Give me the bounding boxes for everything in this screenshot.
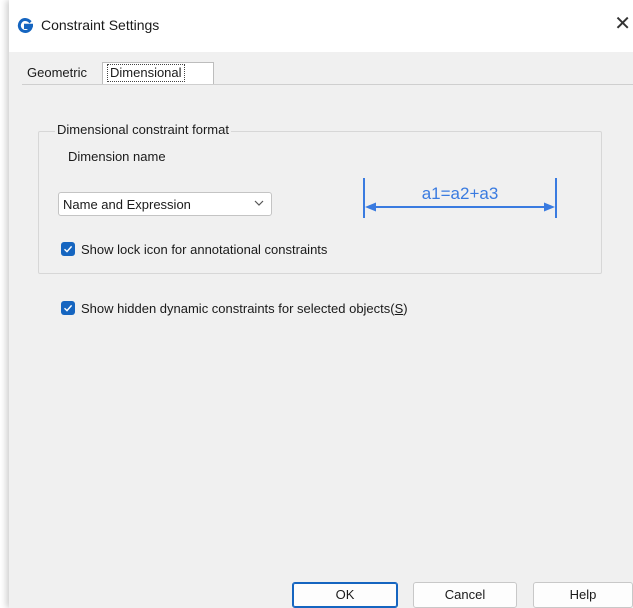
checkmark-icon [64,304,73,312]
app-logo-icon [17,18,33,34]
help-button[interactable]: Help [533,582,633,608]
preview-right-arrow-icon [544,202,555,212]
window-title: Constraint Settings [41,17,160,33]
tab-dimensional[interactable]: Dimensional [102,62,214,85]
close-icon[interactable]: ✕ [614,12,631,36]
mnemonic-key: S [394,301,404,316]
dimension-preview-diagram: a1=a2+a3 [363,178,557,218]
show-lock-icon-checkbox[interactable] [61,242,75,256]
label-text: Show hidden dynamic constraints for sele… [81,301,395,316]
tab-label: Geometric [27,65,87,80]
preview-expression-text: a1=a2+a3 [422,184,499,203]
group-title: Dimensional constraint format [55,122,231,137]
checkmark-icon [64,245,73,253]
tab-label: Dimensional [107,64,185,82]
show-hidden-constraints-checkbox[interactable] [61,301,75,315]
dimension-name-label: Dimension name [68,149,166,164]
tab-geometric[interactable]: Geometric [23,63,105,83]
preview-left-arrow-icon [365,202,376,212]
title-bar: Constraint Settings ✕ [9,0,633,52]
label-text-end: ) [403,301,408,316]
cancel-button[interactable]: Cancel [413,582,517,608]
select-value: Name and Expression [63,197,191,212]
ok-button[interactable]: OK [292,582,398,608]
show-lock-icon-label: Show lock icon for annotational constrai… [81,242,328,257]
show-hidden-constraints-label: Show hidden dynamic constraints for sele… [81,301,408,316]
dimension-name-select[interactable]: Name and Expression [58,192,272,216]
chevron-down-icon [254,200,264,206]
